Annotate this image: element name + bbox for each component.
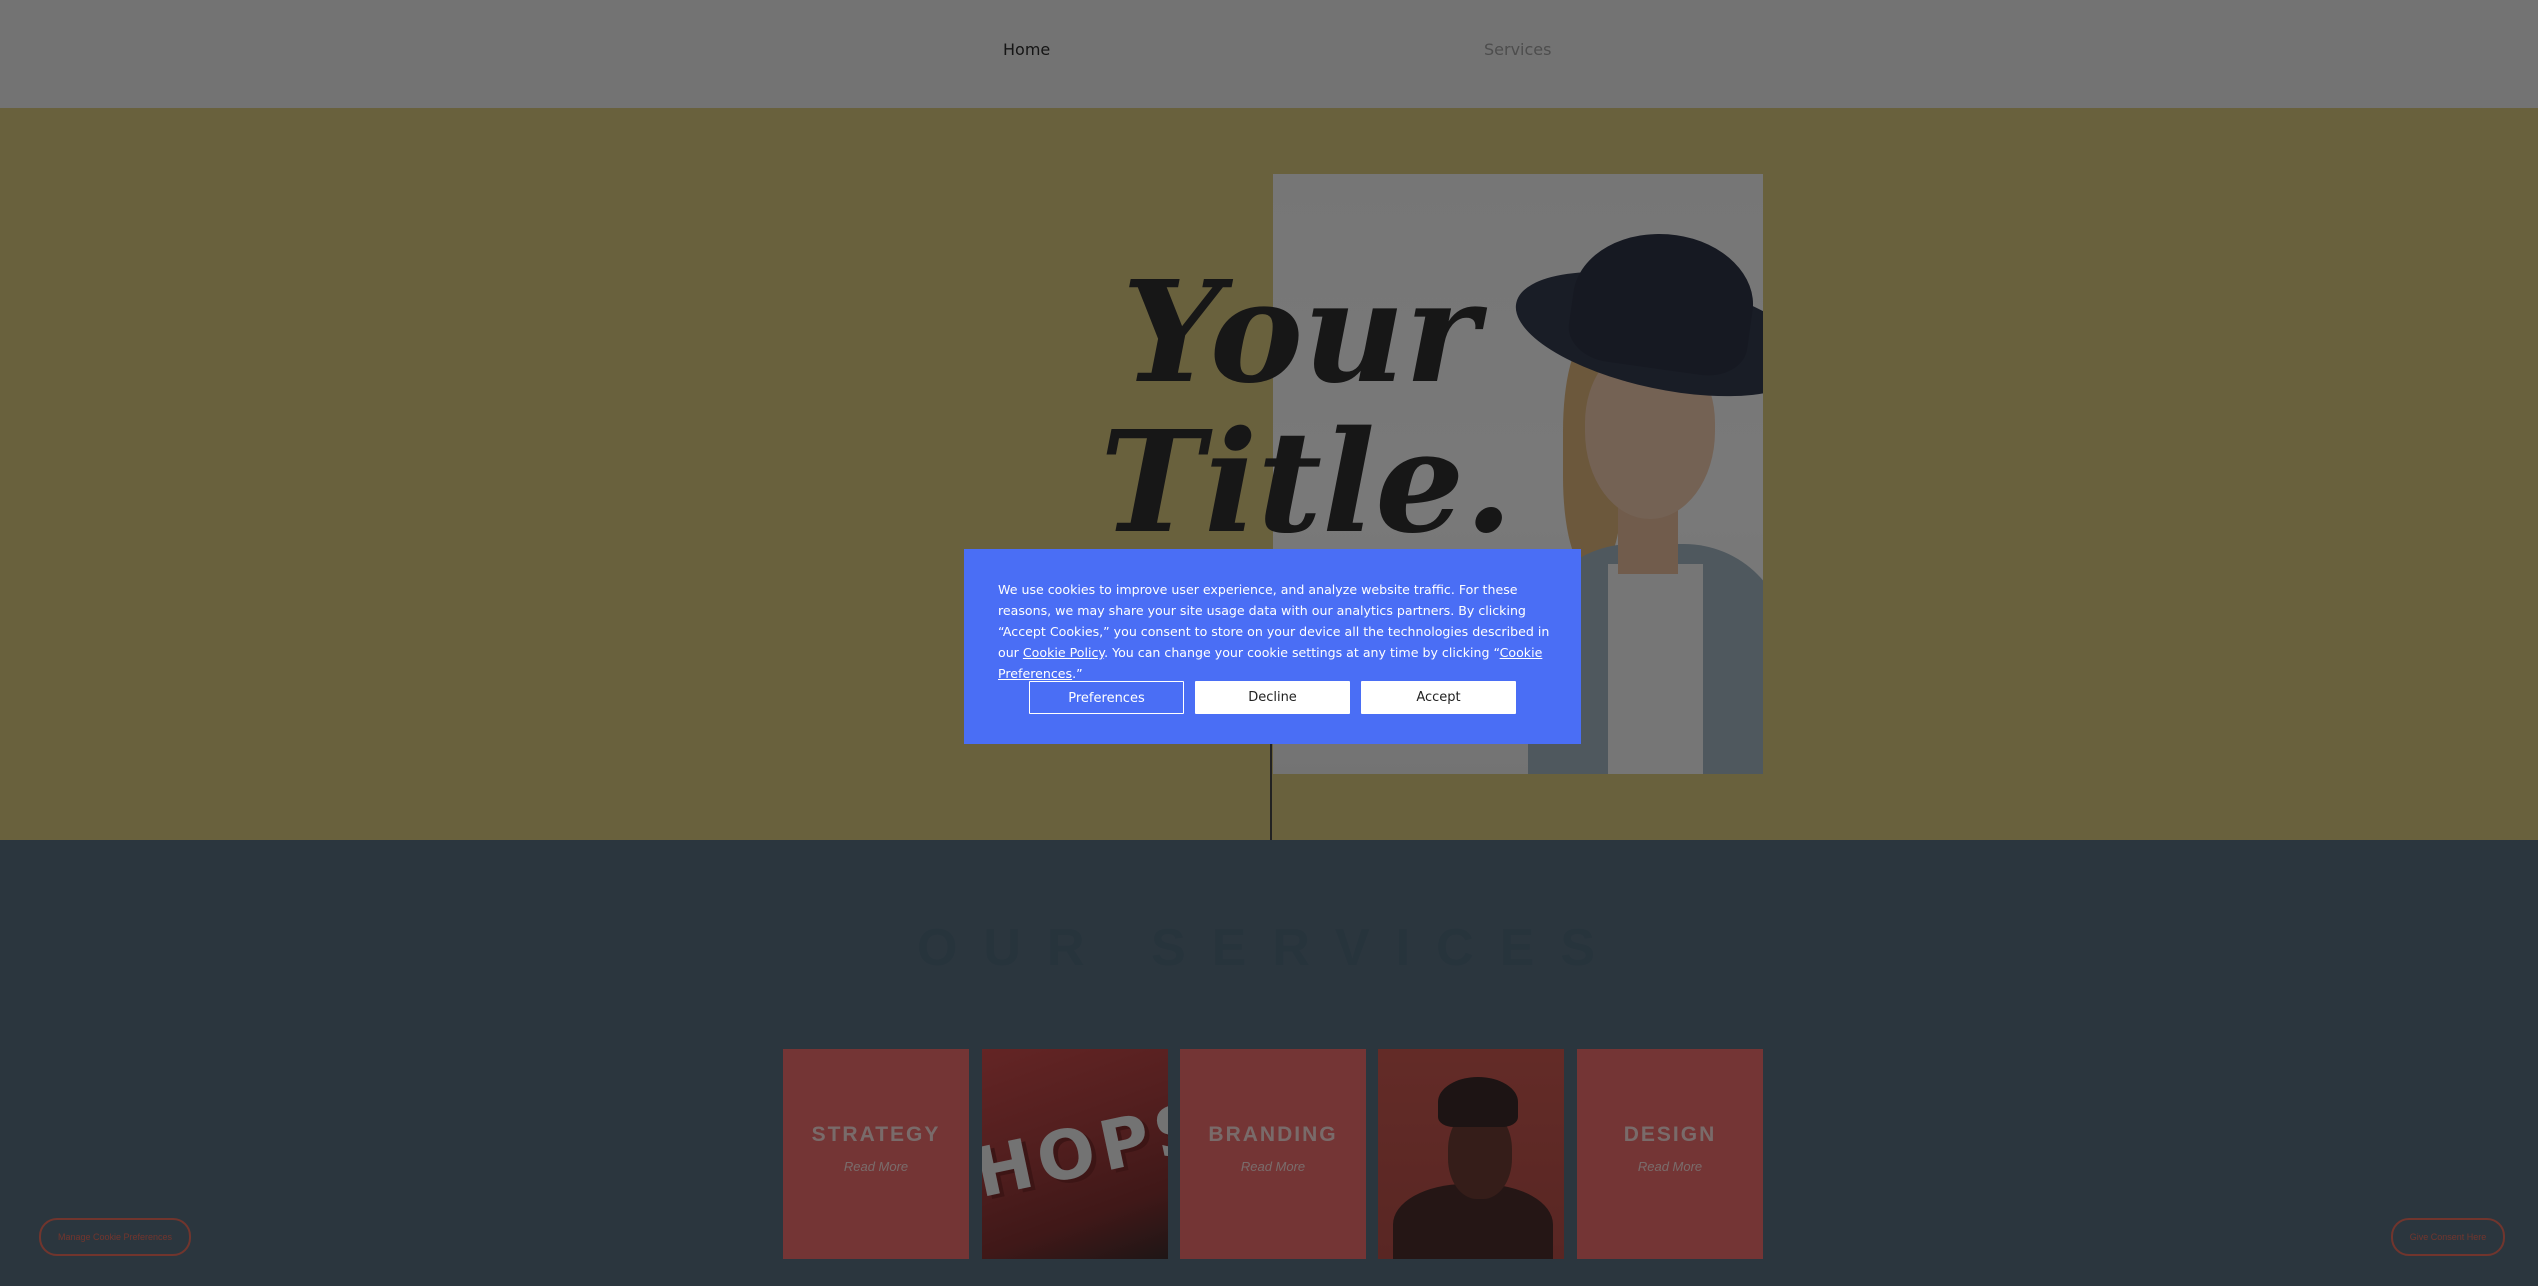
accept-button[interactable]: Accept (1361, 681, 1516, 714)
cookie-text-part3: .” (1072, 666, 1083, 681)
cookie-text-part2: . You can change your cookie settings at… (1104, 645, 1500, 660)
decline-button[interactable]: Decline (1195, 681, 1350, 714)
cookie-consent-text: We use cookies to improve user experienc… (998, 579, 1553, 684)
cookie-consent-banner: We use cookies to improve user experienc… (964, 549, 1581, 744)
preferences-button[interactable]: Preferences (1029, 681, 1184, 714)
cookie-policy-link[interactable]: Cookie Policy (1023, 645, 1104, 660)
